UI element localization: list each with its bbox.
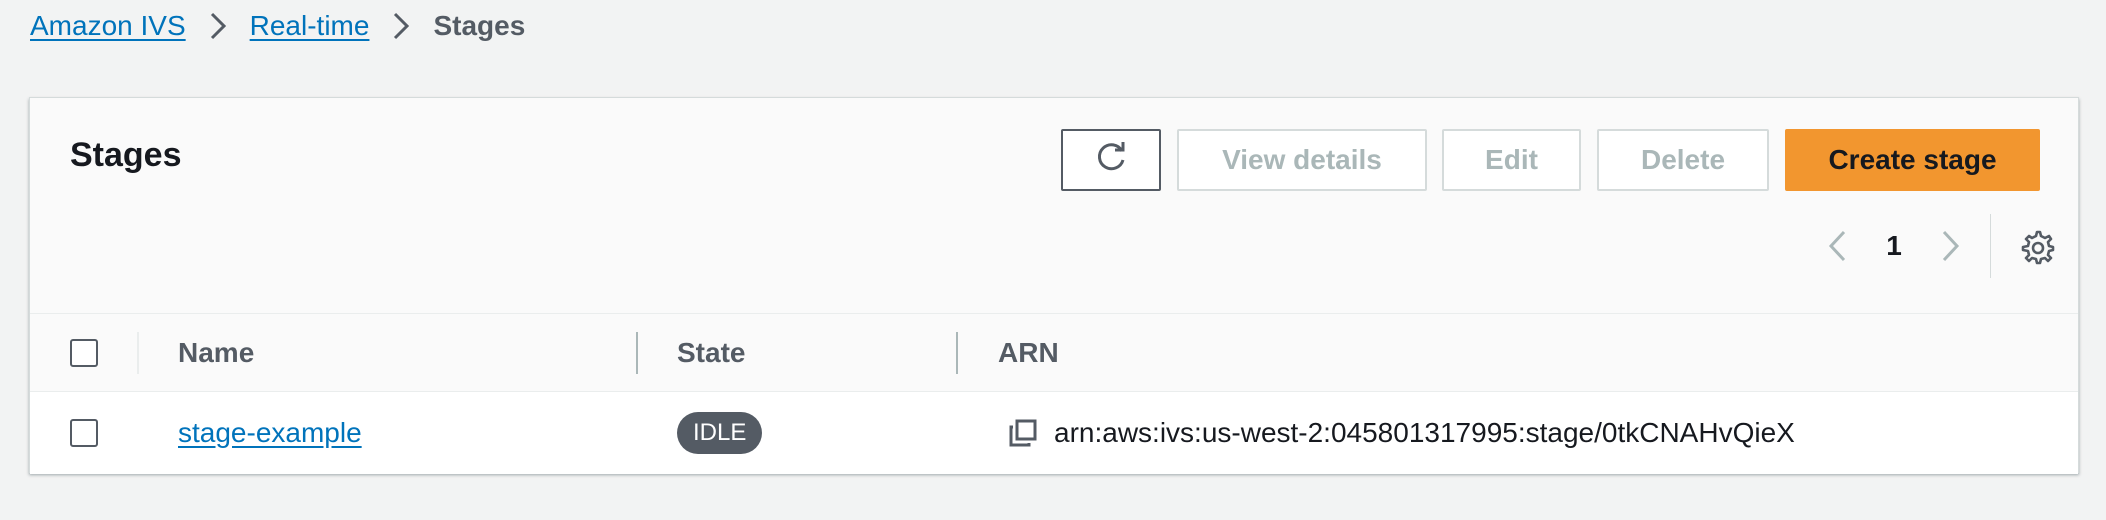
column-resizer[interactable]	[636, 332, 638, 374]
cell-arn: arn:aws:ivs:us-west-2:045801317995:stage…	[1008, 392, 1795, 474]
table-header: Name State ARN	[30, 314, 2078, 392]
select-all-checkbox[interactable]	[70, 339, 98, 367]
arn-value: arn:aws:ivs:us-west-2:045801317995:stage…	[1054, 417, 1795, 448]
row-checkbox[interactable]	[70, 419, 98, 447]
refresh-button[interactable]	[1061, 129, 1161, 191]
gear-icon[interactable]	[2010, 220, 2064, 274]
column-header-name[interactable]: Name	[178, 314, 254, 392]
chevron-right-icon	[186, 11, 250, 41]
page-title: Stages	[70, 136, 182, 174]
column-header-arn[interactable]: ARN	[998, 314, 1059, 392]
chevron-right-icon	[369, 11, 433, 41]
delete-button[interactable]: Delete	[1597, 129, 1769, 191]
column-header-state[interactable]: State	[677, 314, 745, 392]
breadcrumb-current: Stages	[433, 10, 526, 41]
pagination: 1	[1810, 218, 1978, 274]
breadcrumb-real-time[interactable]: Real-time	[250, 10, 370, 42]
cell-name: stage-example	[178, 392, 362, 474]
breadcrumb-amazon-ivs[interactable]: Amazon IVS	[30, 10, 186, 42]
column-divider	[137, 332, 139, 374]
stage-name-link[interactable]: stage-example	[178, 417, 362, 449]
create-stage-button[interactable]: Create stage	[1785, 129, 2040, 191]
edit-button[interactable]: Edit	[1442, 129, 1581, 191]
chevron-left-icon[interactable]	[1810, 218, 1866, 274]
table-row: stage-example IDLE arn:aws:ivs:us-west-2…	[30, 392, 2078, 474]
divider	[1990, 214, 1991, 278]
breadcrumb: Amazon IVS Real-time Stages	[30, 6, 525, 46]
panel-header: Stages View details Edit Delete Create s…	[30, 98, 2078, 314]
chevron-right-icon[interactable]	[1922, 218, 1978, 274]
refresh-icon	[1093, 139, 1129, 182]
page-number[interactable]: 1	[1866, 230, 1922, 262]
view-details-button[interactable]: View details	[1177, 129, 1427, 191]
stages-panel: Stages View details Edit Delete Create s…	[29, 97, 2079, 474]
column-resizer[interactable]	[956, 332, 958, 374]
cell-state: IDLE	[677, 392, 763, 474]
status-badge: IDLE	[677, 412, 763, 454]
copy-icon[interactable]	[1008, 417, 1040, 449]
